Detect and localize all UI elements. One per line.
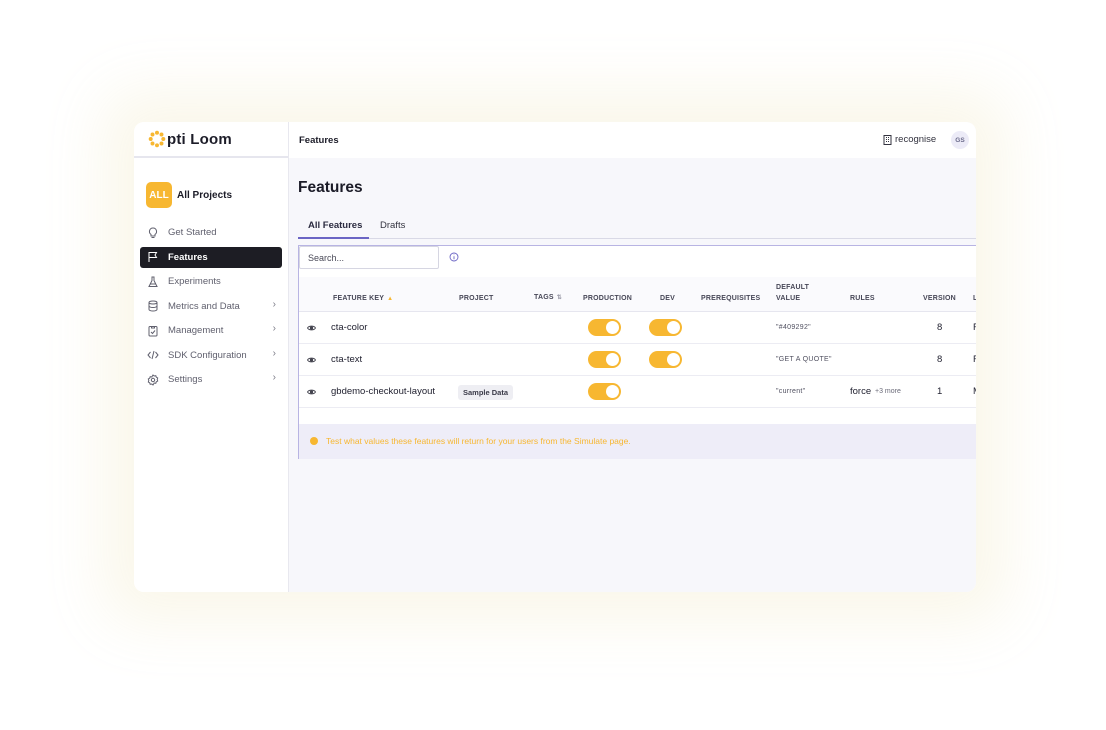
project-badge: ALL xyxy=(146,182,172,208)
table-row[interactable]: gbdemo-checkout-layout Sample Data "curr… xyxy=(299,376,976,408)
rules-value: force xyxy=(850,386,872,397)
lightbulb-icon xyxy=(146,226,160,240)
production-toggle[interactable] xyxy=(588,351,621,368)
col-header-dev[interactable]: DEV xyxy=(660,295,675,302)
eye-icon[interactable] xyxy=(307,388,316,396)
rules-more-link[interactable]: +3 more xyxy=(875,388,901,395)
sidebar-item-settings[interactable]: Settings › xyxy=(140,369,282,390)
dev-toggle[interactable] xyxy=(649,319,682,336)
last-column-value: M xyxy=(973,386,976,397)
table-row[interactable]: cta-color "#409292" 8 F xyxy=(299,312,976,344)
sidebar-item-label: Features xyxy=(168,251,208,263)
col-header-feature-key[interactable]: FEATURE KEY ▲ xyxy=(333,295,393,302)
col-header-production[interactable]: PRODUCTION xyxy=(583,295,632,302)
main-content: Features recognise GS Features All Featu… xyxy=(289,122,976,592)
topbar: Features recognise GS xyxy=(289,122,976,158)
col-header-prerequisites[interactable]: PREREQUISITES xyxy=(701,295,760,302)
topbar-title: Features xyxy=(299,134,339,146)
tabs: All Features Drafts xyxy=(298,214,976,239)
eye-icon[interactable] xyxy=(307,356,316,364)
version-value: 1 xyxy=(937,386,943,397)
features-card: FEATURE KEY▲ PROJECT TAGS⇅ PRODUCTION DE… xyxy=(298,245,976,459)
col-header-last[interactable]: L xyxy=(973,295,976,302)
default-value: "#409292" xyxy=(776,324,811,331)
chevron-right-icon: › xyxy=(272,347,276,359)
code-icon xyxy=(146,348,160,362)
sidebar-item-label: SDK Configuration xyxy=(168,349,247,361)
info-icon[interactable] xyxy=(449,252,459,262)
chevron-right-icon: › xyxy=(272,323,276,334)
sidebar-item-experiments[interactable]: Experiments xyxy=(140,271,282,292)
sidebar: pti Loom ALL All Projects Get Started Fe… xyxy=(134,122,289,592)
gear-icon xyxy=(146,373,160,387)
sidebar-item-label: Metrics and Data xyxy=(168,300,240,312)
flask-icon xyxy=(146,275,160,289)
default-value: "GET A QUOTE" xyxy=(776,356,832,363)
col-header-project[interactable]: PROJECT xyxy=(459,295,493,302)
sidebar-item-label: Settings xyxy=(168,374,203,385)
page-title: Features xyxy=(298,179,363,196)
col-header-tags[interactable]: TAGS ⇅ xyxy=(534,294,562,301)
simulate-banner: Test what values these features will ret… xyxy=(299,424,976,459)
project-badge: Sample Data xyxy=(458,385,514,400)
sidebar-item-management[interactable]: Management › xyxy=(140,320,282,341)
logo-mark-icon xyxy=(148,130,166,148)
production-toggle[interactable] xyxy=(588,383,621,400)
sidebar-nav: Get Started Features Experiments Metrics… xyxy=(134,222,288,390)
logo-text: pti Loom xyxy=(167,130,232,148)
avatar[interactable]: GS xyxy=(951,131,969,149)
info-dot-icon xyxy=(310,437,318,445)
production-toggle[interactable] xyxy=(588,319,621,336)
tab-all-features[interactable]: All Features xyxy=(308,220,362,231)
database-icon xyxy=(146,299,160,313)
sidebar-item-metrics-and-data[interactable]: Metrics and Data › xyxy=(140,296,282,317)
chevron-right-icon: › xyxy=(272,298,276,310)
dev-toggle[interactable] xyxy=(649,351,682,368)
flag-icon xyxy=(146,250,160,264)
version-value: 8 xyxy=(937,354,943,365)
last-column-value: F xyxy=(973,322,976,333)
project-selector[interactable]: ALL All Projects xyxy=(134,158,288,220)
clipboard-icon xyxy=(146,324,160,338)
active-tab-indicator xyxy=(298,237,369,239)
feature-key-link[interactable]: gbdemo-checkout-layout xyxy=(331,386,435,397)
sidebar-item-label: Experiments xyxy=(168,276,221,287)
sidebar-item-label: Get Started xyxy=(168,227,217,238)
banner-text[interactable]: Test what values these features will ret… xyxy=(326,436,631,446)
sidebar-item-features[interactable]: Features xyxy=(140,246,282,268)
app-window: pti Loom ALL All Projects Get Started Fe… xyxy=(134,122,976,592)
table-row[interactable]: cta-text "GET A QUOTE" 8 F xyxy=(299,344,976,376)
sort-asc-icon: ▲ xyxy=(387,296,394,302)
building-icon xyxy=(883,134,892,145)
col-header-rules[interactable]: RULES xyxy=(850,295,875,302)
sort-icon: ⇅ xyxy=(556,295,562,301)
feature-key-link[interactable]: cta-text xyxy=(331,354,362,365)
search-input[interactable] xyxy=(299,246,439,269)
feature-key-link[interactable]: cta-color xyxy=(331,322,367,333)
default-value: "current" xyxy=(776,388,806,395)
col-header-default-value-line1[interactable]: DEFAULT xyxy=(776,284,809,291)
last-column-value: F xyxy=(973,354,976,365)
sidebar-item-label: Management xyxy=(168,325,224,336)
org-name: recognise xyxy=(895,134,937,145)
version-value: 8 xyxy=(937,322,943,333)
col-header-version[interactable]: VERSION xyxy=(923,295,956,302)
org-switcher[interactable]: recognise xyxy=(883,134,936,145)
col-header-default-value-line2[interactable]: VALUE xyxy=(776,295,800,302)
table-header: FEATURE KEY ▲ PROJECT TAGS ⇅ PRODUCTION DE… xyxy=(299,277,976,312)
sidebar-item-get-started[interactable]: Get Started xyxy=(140,222,282,243)
project-name: All Projects xyxy=(177,189,233,201)
chevron-right-icon: › xyxy=(272,372,276,383)
logo[interactable]: pti Loom xyxy=(134,122,288,158)
tab-drafts[interactable]: Drafts xyxy=(380,220,405,231)
sidebar-item-sdk-configuration[interactable]: SDK Configuration › xyxy=(140,345,282,366)
eye-icon[interactable] xyxy=(307,324,316,332)
